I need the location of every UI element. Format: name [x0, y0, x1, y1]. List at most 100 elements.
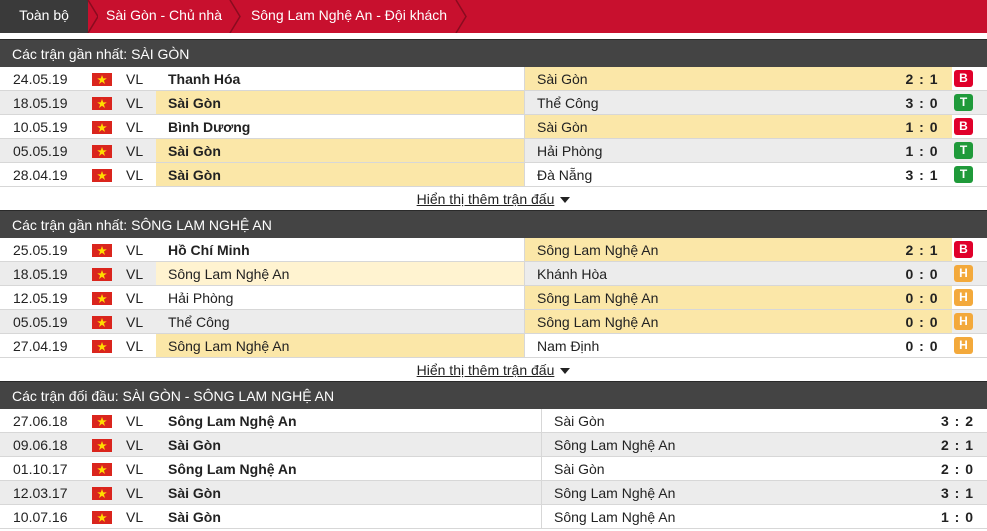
tab-all[interactable]: Toàn bộ	[0, 0, 88, 33]
match-score: 3 : 1	[940, 485, 974, 501]
tab-away-team[interactable]: Sông Lam Nghệ An - Đội khách	[244, 0, 454, 33]
match-date: 12.05.19	[13, 290, 68, 306]
match-date: 10.05.19	[13, 119, 68, 135]
vietnam-flag-icon	[92, 481, 118, 504]
section-title: Các trận đối đầu: SÀI GÒN - SÔNG LAM NGH…	[0, 381, 987, 409]
vietnam-flag-icon	[92, 238, 118, 261]
home-team[interactable]: Hải Phòng	[156, 286, 524, 309]
table-row[interactable]: 25.05.19 VL Hồ Chí Minh Sông Lam Nghệ An…	[0, 238, 987, 262]
tab-separator	[452, 0, 470, 33]
vietnam-flag-icon	[92, 115, 118, 138]
result-badge: T	[954, 139, 980, 162]
league-code: VL	[126, 167, 144, 183]
home-team[interactable]: Sài Gòn	[156, 433, 541, 456]
match-score: 1 : 0	[940, 509, 974, 525]
vietnam-flag-icon	[92, 91, 118, 114]
result-badge: T	[954, 163, 980, 186]
away-team[interactable]: Sông Lam Nghệ An	[524, 310, 892, 333]
away-team[interactable]: Sài Gòn	[541, 457, 928, 480]
away-team[interactable]: Sông Lam Nghệ An	[541, 433, 928, 456]
table-row[interactable]: 24.05.19 VL Thanh Hóa Sài Gòn 2 : 1 B	[0, 67, 987, 91]
match-date: 18.05.19	[13, 95, 68, 111]
away-team[interactable]: Sông Lam Nghệ An	[541, 505, 928, 528]
league-code: VL	[126, 437, 144, 453]
vietnam-flag-icon	[92, 433, 118, 456]
table-row[interactable]: 12.03.17 VL Sài Gòn Sông Lam Nghệ An 3 :…	[0, 481, 987, 505]
league-code: VL	[126, 485, 144, 501]
away-team[interactable]: Nam Định	[524, 334, 892, 357]
match-date: 09.06.18	[13, 437, 68, 453]
table-row[interactable]: 09.06.18 VL Sài Gòn Sông Lam Nghệ An 2 :…	[0, 433, 987, 457]
caret-down-icon[interactable]	[560, 368, 571, 375]
vietnam-flag-icon	[92, 457, 118, 480]
match-score: 2 : 1	[892, 67, 952, 90]
away-team[interactable]: Sông Lam Nghệ An	[524, 238, 892, 261]
home-team[interactable]: Sông Lam Nghệ An	[156, 409, 541, 432]
show-more-link[interactable]: Hiển thị thêm trận đấu	[417, 362, 555, 378]
match-score: 2 : 1	[940, 437, 974, 453]
vietnam-flag-icon	[92, 409, 118, 432]
match-date: 25.05.19	[13, 242, 68, 258]
away-team[interactable]: Thể Công	[524, 91, 892, 114]
home-team[interactable]: Thanh Hóa	[156, 67, 524, 90]
league-code: VL	[126, 314, 144, 330]
result-badge: H	[954, 310, 980, 333]
match-date: 28.04.19	[13, 167, 68, 183]
result-badge: B	[954, 238, 980, 261]
home-team[interactable]: Bình Dương	[156, 115, 524, 138]
caret-down-icon[interactable]	[560, 197, 571, 204]
table-row[interactable]: 05.05.19 VL Sài Gòn Hải Phòng 1 : 0 T	[0, 139, 987, 163]
section-recent-home: Các trận gần nhất: SÀI GÒN 24.05.19 VL T…	[0, 39, 987, 213]
home-team[interactable]: Sông Lam Nghệ An	[156, 262, 524, 285]
table-row[interactable]: 10.07.16 VL Sài Gòn Sông Lam Nghệ An 1 :…	[0, 505, 987, 529]
home-team[interactable]: Sông Lam Nghệ An	[156, 334, 524, 357]
league-code: VL	[126, 119, 144, 135]
home-team[interactable]: Sài Gòn	[156, 139, 524, 162]
vietnam-flag-icon	[92, 286, 118, 309]
away-team[interactable]: Sài Gòn	[524, 67, 892, 90]
table-row[interactable]: 12.05.19 VL Hải Phòng Sông Lam Nghệ An 0…	[0, 286, 987, 310]
away-team[interactable]: Đà Nẵng	[524, 163, 892, 186]
table-row[interactable]: 28.04.19 VL Sài Gòn Đà Nẵng 3 : 1 T	[0, 163, 987, 187]
away-team[interactable]: Sông Lam Nghệ An	[541, 481, 928, 504]
result-badge: H	[954, 286, 980, 309]
table-row[interactable]: 10.05.19 VL Bình Dương Sài Gòn 1 : 0 B	[0, 115, 987, 139]
match-score: 3 : 2	[940, 413, 974, 429]
result-badge: H	[954, 262, 980, 285]
match-date: 10.07.16	[13, 509, 68, 525]
home-team[interactable]: Sài Gòn	[156, 91, 524, 114]
league-code: VL	[126, 338, 144, 354]
table-row[interactable]: 18.05.19 VL Sông Lam Nghệ An Khánh Hòa 0…	[0, 262, 987, 286]
away-team[interactable]: Sài Gòn	[541, 409, 928, 432]
home-team[interactable]: Thể Công	[156, 310, 524, 333]
match-score: 0 : 0	[905, 266, 939, 282]
table-row[interactable]: 27.06.18 VL Sông Lam Nghệ An Sài Gòn 3 :…	[0, 409, 987, 433]
show-more-link[interactable]: Hiển thị thêm trận đấu	[417, 191, 555, 207]
home-team[interactable]: Sài Gòn	[156, 481, 541, 504]
match-date: 12.03.17	[13, 485, 68, 501]
table-row[interactable]: 05.05.19 VL Thể Công Sông Lam Nghệ An 0 …	[0, 310, 987, 334]
league-code: VL	[126, 95, 144, 111]
result-badge: T	[954, 91, 980, 114]
vietnam-flag-icon	[92, 262, 118, 285]
home-team[interactable]: Hồ Chí Minh	[156, 238, 524, 261]
vietnam-flag-icon	[92, 334, 118, 357]
match-score: 1 : 0	[905, 143, 939, 159]
home-team[interactable]: Sông Lam Nghệ An	[156, 457, 541, 480]
result-badge: B	[954, 67, 980, 90]
home-team[interactable]: Sài Gòn	[156, 505, 541, 528]
away-team[interactable]: Khánh Hòa	[524, 262, 892, 285]
table-row[interactable]: 01.10.17 VL Sông Lam Nghệ An Sài Gòn 2 :…	[0, 457, 987, 481]
tab-home-team[interactable]: Sài Gòn - Chủ nhà	[96, 0, 232, 33]
match-score: 2 : 1	[892, 238, 952, 261]
away-team[interactable]: Sông Lam Nghệ An	[524, 286, 892, 309]
vietnam-flag-icon	[92, 139, 118, 162]
section-title: Các trận gần nhất: SÀI GÒN	[0, 39, 987, 67]
table-row[interactable]: 18.05.19 VL Sài Gòn Thể Công 3 : 0 T	[0, 91, 987, 115]
league-code: VL	[126, 143, 144, 159]
away-team[interactable]: Hải Phòng	[524, 139, 892, 162]
section-recent-away: Các trận gần nhất: SÔNG LAM NGHỆ AN 25.0…	[0, 210, 987, 384]
table-row[interactable]: 27.04.19 VL Sông Lam Nghệ An Nam Định 0 …	[0, 334, 987, 358]
home-team[interactable]: Sài Gòn	[156, 163, 524, 186]
away-team[interactable]: Sài Gòn	[524, 115, 892, 138]
